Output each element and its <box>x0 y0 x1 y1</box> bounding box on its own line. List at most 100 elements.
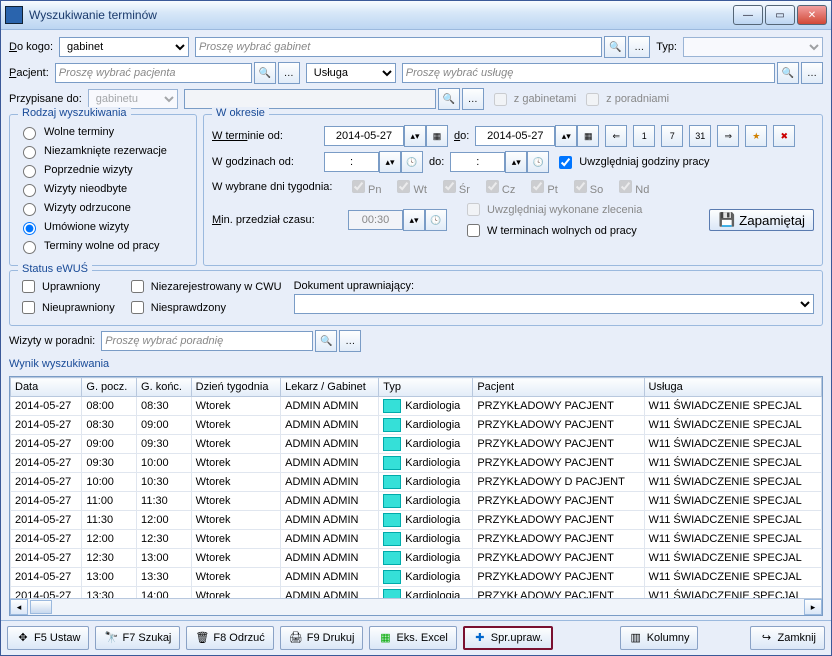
col-data[interactable]: Data <box>11 378 82 397</box>
przypisane-more-icon[interactable]: … <box>462 88 484 110</box>
table-row[interactable]: 2014-05-2712:0012:30WtorekADMIN ADMINKar… <box>11 530 822 549</box>
min-czas-spin-icon[interactable]: ▴▾ <box>403 209 425 231</box>
time-from-spin-icon[interactable]: ▴▾ <box>379 151 401 173</box>
pacjent-lookup-icon[interactable]: 🔍 <box>254 62 276 84</box>
col-usluga[interactable]: Usługa <box>644 378 821 397</box>
maximize-button[interactable]: ▭ <box>765 5 795 25</box>
poradnia-more-icon[interactable]: … <box>339 330 361 352</box>
przypisane-input[interactable] <box>184 89 436 109</box>
radio-umowione-wizyty[interactable] <box>23 222 36 235</box>
table-row[interactable]: 2014-05-2708:0008:30WtorekADMIN ADMINKar… <box>11 397 822 416</box>
gabinet-lookup-icon[interactable]: 🔍 <box>604 36 626 58</box>
range-1-icon[interactable]: 1 <box>633 125 655 147</box>
col-typ[interactable]: Typ <box>379 378 473 397</box>
range-31-icon[interactable]: 31 <box>689 125 711 147</box>
nieuprawniony-check[interactable] <box>22 301 35 314</box>
dok-upr-select[interactable] <box>294 294 814 314</box>
table-row[interactable]: 2014-05-2709:3010:00WtorekADMIN ADMINKar… <box>11 454 822 473</box>
day-pn-check[interactable] <box>352 180 365 193</box>
f9-drukuj-button[interactable]: 🖨F9 Drukuj <box>280 626 364 650</box>
spr-upraw-button[interactable]: ✚Spr.upraw. <box>463 626 553 650</box>
date-from-spin-icon[interactable]: ▴▾ <box>404 125 426 147</box>
przypisane-lookup-icon[interactable]: 🔍 <box>438 88 460 110</box>
zamknij-button[interactable]: ↪Zamknij <box>750 626 825 650</box>
usluga-input[interactable] <box>402 63 775 83</box>
time-from-input[interactable] <box>324 152 379 172</box>
date-to-spin-icon[interactable]: ▴▾ <box>555 125 577 147</box>
range-clear-icon[interactable]: ✖ <box>773 125 795 147</box>
radio-wolne-terminy[interactable] <box>23 127 36 140</box>
radio-wizyty-odrzucone[interactable] <box>23 203 36 216</box>
date-to-input[interactable] <box>475 126 555 146</box>
f5-ustaw-button[interactable]: ✥F5 Ustaw <box>7 626 89 650</box>
gabinet-input[interactable] <box>195 37 602 57</box>
table-row[interactable]: 2014-05-2711:0011:30WtorekADMIN ADMINKar… <box>11 492 822 511</box>
z-gabinetami-check[interactable] <box>494 93 507 106</box>
table-row[interactable]: 2014-05-2709:0009:30WtorekADMIN ADMINKar… <box>11 435 822 454</box>
range-star-icon[interactable]: ★ <box>745 125 767 147</box>
z-poradniami-check[interactable] <box>586 93 599 106</box>
table-row[interactable]: 2014-05-2712:3013:00WtorekADMIN ADMINKar… <box>11 549 822 568</box>
do-kogo-select[interactable]: gabinet <box>59 37 189 57</box>
uprawniony-check[interactable] <box>22 280 35 293</box>
niezarej-check[interactable] <box>131 280 144 293</box>
f8-odrzuc-button[interactable]: 🗑F8 Odrzuć <box>186 626 273 650</box>
gabinet-more-icon[interactable]: … <box>628 36 650 58</box>
radio-niezamk-rezerwacje[interactable] <box>23 146 36 159</box>
uwzgl-godz-check[interactable] <box>559 156 572 169</box>
col-gpocz[interactable]: G. pocz. <box>82 378 137 397</box>
zapamietaj-button[interactable]: 💾Zapamiętaj <box>709 209 814 231</box>
pacjent-more-icon[interactable]: … <box>278 62 300 84</box>
time-to-spin-icon[interactable]: ▴▾ <box>505 151 527 173</box>
time-from-clock-icon[interactable]: 🕓 <box>401 151 423 173</box>
usluga-lookup-icon[interactable]: 🔍 <box>777 62 799 84</box>
day-so-check[interactable] <box>574 180 587 193</box>
przypisane-select[interactable]: gabinetu <box>88 89 178 109</box>
kolumny-button[interactable]: ▥Kolumny <box>620 626 699 650</box>
niesprawdz-check[interactable] <box>131 301 144 314</box>
table-row[interactable]: 2014-05-2711:3012:00WtorekADMIN ADMINKar… <box>11 511 822 530</box>
usluga-mode-select[interactable]: Usługa <box>306 63 396 83</box>
usluga-more-icon[interactable]: … <box>801 62 823 84</box>
range-7-icon[interactable]: 7 <box>661 125 683 147</box>
typ-select[interactable] <box>683 37 823 57</box>
time-to-input[interactable] <box>450 152 505 172</box>
scroll-right-icon[interactable]: ▸ <box>804 599 822 615</box>
col-lekarz[interactable]: Lekarz / Gabinet <box>281 378 379 397</box>
day-cz-check[interactable] <box>486 180 499 193</box>
radio-terminy-wolne-od-pracy[interactable] <box>23 241 36 254</box>
h-scrollbar[interactable]: ◂ ▸ <box>10 598 822 615</box>
col-dzien[interactable]: Dzień tygodnia <box>191 378 280 397</box>
minimize-button[interactable]: — <box>733 5 763 25</box>
poradnia-lookup-icon[interactable]: 🔍 <box>315 330 337 352</box>
date-to-cal-icon[interactable]: ▦ <box>577 125 599 147</box>
scroll-left-icon[interactable]: ◂ <box>10 599 28 615</box>
table-row[interactable]: 2014-05-2713:3014:00WtorekADMIN ADMINKar… <box>11 587 822 599</box>
table-row[interactable]: 2014-05-2708:3009:00WtorekADMIN ADMINKar… <box>11 416 822 435</box>
nav-fwd-icon[interactable]: ⇒ <box>717 125 739 147</box>
uwzgl-wykonane-check[interactable] <box>467 203 480 216</box>
eks-excel-button[interactable]: ▦Eks. Excel <box>369 626 456 650</box>
time-to-clock-icon[interactable]: 🕓 <box>527 151 549 173</box>
day-nd-check[interactable] <box>619 180 632 193</box>
close-button[interactable]: ✕ <box>797 5 827 25</box>
poradnia-input[interactable] <box>101 331 313 351</box>
radio-wizyty-nieodbyte[interactable] <box>23 184 36 197</box>
radio-poprzednie-wizyty[interactable] <box>23 165 36 178</box>
day-pt-check[interactable] <box>531 180 544 193</box>
table-row[interactable]: 2014-05-2713:0013:30WtorekADMIN ADMINKar… <box>11 568 822 587</box>
col-pacjent[interactable]: Pacjent <box>473 378 644 397</box>
day-wt-check[interactable] <box>397 180 410 193</box>
col-gkonc[interactable]: G. końc. <box>137 378 192 397</box>
f7-szukaj-button[interactable]: 🔭F7 Szukaj <box>95 626 180 650</box>
date-from-cal-icon[interactable]: ▦ <box>426 125 448 147</box>
scroll-thumb[interactable] <box>30 600 52 614</box>
nav-back-icon[interactable]: ⇐ <box>605 125 627 147</box>
table-row[interactable]: 2014-05-2710:0010:30WtorekADMIN ADMINKar… <box>11 473 822 492</box>
day-sr-check[interactable] <box>443 180 456 193</box>
pacjent-input[interactable] <box>55 63 252 83</box>
min-czas-input[interactable] <box>348 210 403 230</box>
min-czas-clock-icon[interactable]: 🕓 <box>425 209 447 231</box>
date-from-input[interactable] <box>324 126 404 146</box>
w-terminach-wolnych-check[interactable] <box>467 224 480 237</box>
